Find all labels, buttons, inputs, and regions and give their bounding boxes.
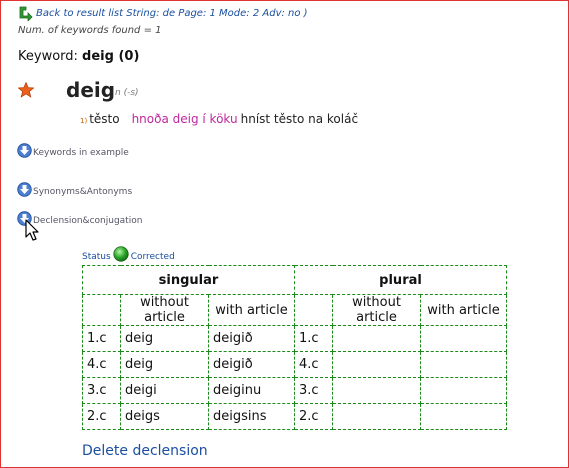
case-header-cell <box>82 294 121 326</box>
pl-with-article-header: with article <box>420 294 507 326</box>
status-value: Corrected <box>130 252 175 262</box>
keywords-in-example-label: Keywords in example <box>33 148 129 158</box>
table-group-header-row: singular plural <box>82 265 507 295</box>
pl-without-article-header: without article <box>332 294 421 326</box>
status-row: Status Corrected <box>82 246 175 262</box>
pl-indef-cell <box>332 351 421 378</box>
pl-def-cell <box>420 325 507 352</box>
delete-declension-link[interactable]: Delete declension <box>82 443 208 459</box>
case-cell: 3.c <box>294 377 333 404</box>
expand-down-arrow-icon <box>17 182 32 197</box>
table-row: 2.c deigs deigsins 2.c <box>82 403 507 430</box>
headword: deig <box>66 78 116 102</box>
sg-def-cell: deigið <box>208 325 295 352</box>
declension-conjugation-label: Declension&conjugation <box>33 216 143 226</box>
keyword-value: deig (0) <box>82 49 140 64</box>
sense-row: 1) těsto hnoða deig í köku hníst těsto n… <box>80 112 358 126</box>
case-cell: 2.c <box>82 403 121 430</box>
sg-with-article-header: with article <box>208 294 295 326</box>
synonyms-antonyms-label: Synonyms&Antonyms <box>33 187 133 197</box>
case-cell: 3.c <box>82 377 121 404</box>
table-row: 1.c deig deigið 1.c <box>82 325 507 352</box>
keywords-found-count: Num. of keywords found = 1 <box>18 25 162 36</box>
declension-table: singular plural without article with art… <box>82 265 507 430</box>
sg-indef-cell: deigs <box>120 403 209 430</box>
star-icon[interactable] <box>18 82 34 98</box>
table-row: 3.c deigi deiginu 3.c <box>82 377 507 404</box>
sg-indef-cell: deig <box>120 325 209 352</box>
pl-indef-cell <box>332 377 421 404</box>
pl-def-cell <box>420 403 507 430</box>
sg-indef-cell: deigi <box>120 377 209 404</box>
singular-header: singular <box>82 265 295 295</box>
sg-def-cell: deigið <box>208 351 295 378</box>
pl-indef-cell <box>332 403 421 430</box>
keyword-heading: Keyword: deig (0) <box>18 49 139 64</box>
pl-indef-cell <box>332 325 421 352</box>
case-cell: 1.c <box>294 325 333 352</box>
status-green-dot-icon <box>113 246 129 262</box>
grammar-info: n (-s) <box>115 88 139 98</box>
table-row: 4.c deig deigið 4.c <box>82 351 507 378</box>
back-arrow-icon[interactable] <box>17 5 33 21</box>
plural-header: plural <box>294 265 507 295</box>
case-cell: 4.c <box>294 351 333 378</box>
sg-without-article-header: without article <box>120 294 209 326</box>
example-icelandic: hnoða deig í köku <box>131 112 238 126</box>
mouse-cursor-icon <box>25 219 39 241</box>
back-row[interactable]: Back to result list String: de Page: 1 M… <box>17 4 308 22</box>
back-to-results-link[interactable]: Back to result list String: de Page: 1 M… <box>36 8 308 19</box>
sg-def-cell: deiginu <box>208 377 295 404</box>
case-cell: 2.c <box>294 403 333 430</box>
pl-def-cell <box>420 351 507 378</box>
toggle-keywords-in-example[interactable]: Keywords in example <box>17 143 129 158</box>
sense-number: 1) <box>80 117 88 125</box>
sg-indef-cell: deig <box>120 351 209 378</box>
case-header-cell <box>294 294 333 326</box>
keyword-prefix: Keyword: <box>18 49 83 64</box>
example-czech: hníst těsto na koláč <box>240 112 359 126</box>
status-label: Status <box>82 252 111 262</box>
pl-def-cell <box>420 377 507 404</box>
sg-def-cell: deigsins <box>208 403 295 430</box>
table-subheader-row: without article with article without art… <box>82 294 507 326</box>
translation: těsto <box>89 112 120 126</box>
case-cell: 4.c <box>82 351 121 378</box>
toggle-synonyms-antonyms[interactable]: Synonyms&Antonyms <box>17 182 132 197</box>
case-cell: 1.c <box>82 325 121 352</box>
expand-down-arrow-icon <box>17 143 32 158</box>
